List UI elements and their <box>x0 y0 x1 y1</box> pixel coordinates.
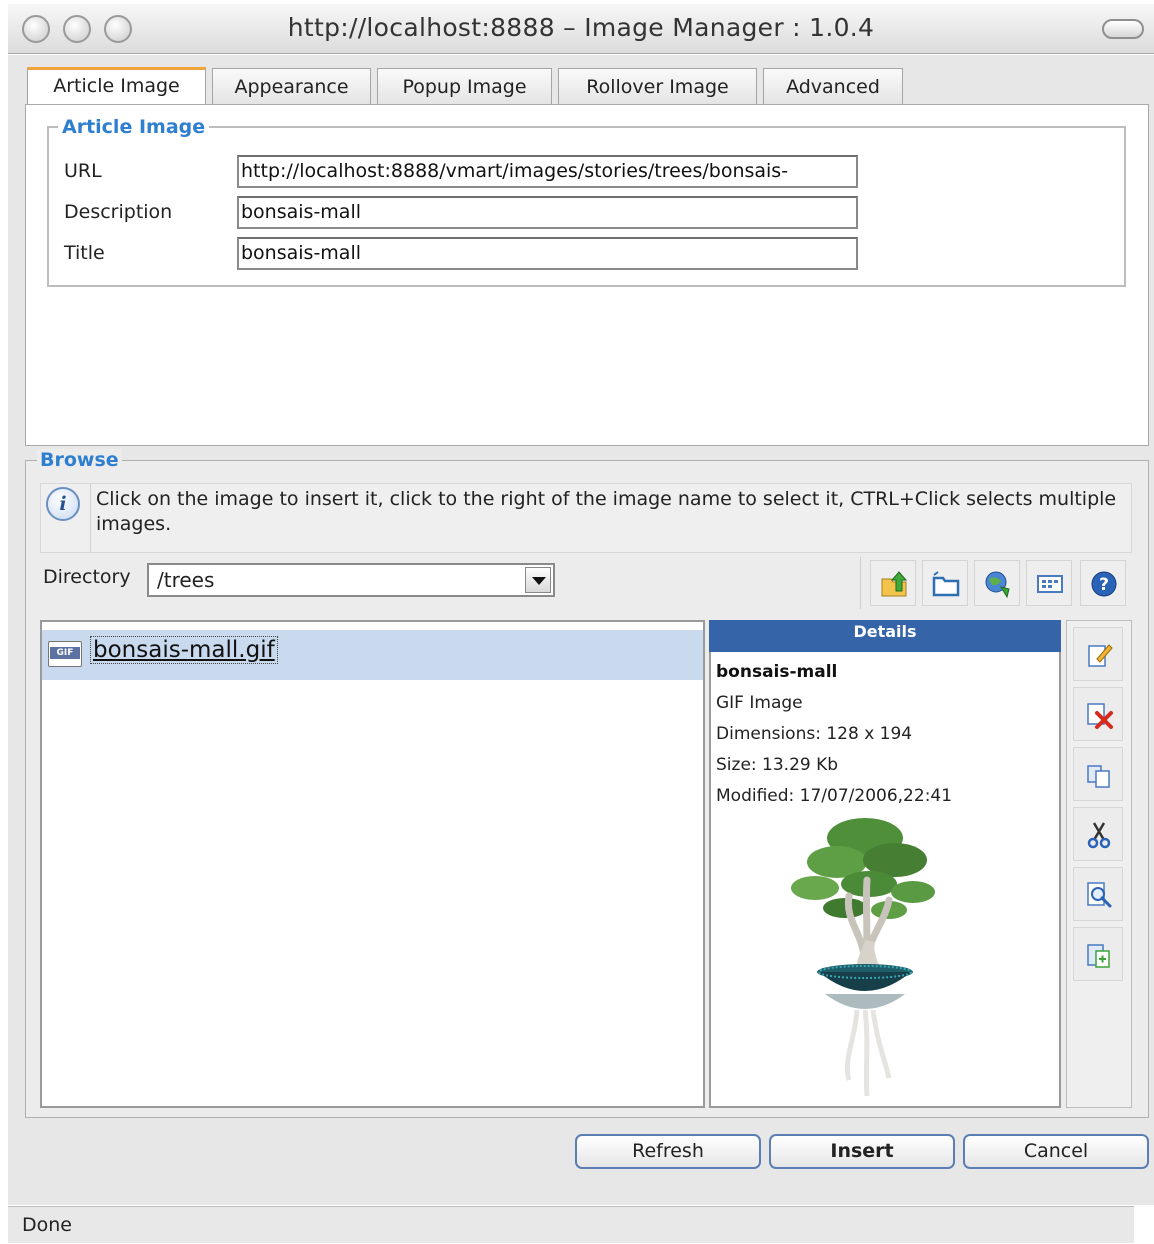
details-header: Details <box>709 620 1061 652</box>
new-folder-button[interactable] <box>922 560 968 606</box>
delete-button[interactable] <box>1073 687 1123 741</box>
description-field[interactable]: bonsais-mall <box>237 196 858 229</box>
refresh-button-toolbar[interactable] <box>974 560 1020 606</box>
file-name-link[interactable]: bonsais-mall.gif <box>90 636 278 664</box>
file-list[interactable] <box>40 620 705 1108</box>
browse-legend: Browse <box>37 449 122 471</box>
url-label: URL <box>64 160 102 182</box>
tab-article-image[interactable]: Article Image <box>27 67 206 105</box>
folder-up-button[interactable] <box>870 560 916 606</box>
toolbar-divider <box>860 557 861 609</box>
help-icon: ? <box>1091 571 1117 597</box>
toolbar-toggle-button[interactable] <box>1102 19 1144 39</box>
preview-button[interactable] <box>1073 867 1123 921</box>
detail-size: Size: 13.29 Kb <box>716 755 839 775</box>
paste-button[interactable] <box>1073 927 1123 981</box>
status-bar: Done <box>8 1206 1134 1243</box>
copy-icon <box>1087 765 1110 788</box>
window-title: http://localhost:8888 – Image Manager : … <box>287 13 875 42</box>
cut-button[interactable] <box>1073 807 1123 861</box>
description-label: Description <box>64 201 173 223</box>
copy-button[interactable] <box>1073 747 1123 801</box>
svg-text:?: ? <box>1099 575 1109 595</box>
detail-name: bonsais-mall <box>716 662 838 682</box>
insert-button[interactable]: Insert <box>769 1134 955 1169</box>
delete-icon <box>1087 703 1113 729</box>
tab-appearance[interactable]: Appearance <box>212 68 371 104</box>
directory-select[interactable]: /trees <box>147 563 555 597</box>
cancel-button[interactable]: Cancel <box>963 1134 1149 1169</box>
url-field[interactable]: http://localhost:8888/vmart/images/stori… <box>237 155 858 188</box>
tab-advanced[interactable]: Advanced <box>763 68 903 104</box>
info-text: Click on the image to insert it, click t… <box>96 488 1117 535</box>
status-text: Done <box>22 1214 72 1236</box>
folder-up-icon <box>881 571 908 597</box>
refresh-globe-icon <box>985 571 1010 599</box>
directory-label: Directory <box>43 566 131 588</box>
new-folder-icon <box>932 571 960 597</box>
tab-popup-image[interactable]: Popup Image <box>377 68 552 104</box>
tab-rollover-image[interactable]: Rollover Image <box>558 68 757 104</box>
paste-icon <box>1087 944 1110 968</box>
detail-modified: Modified: 17/07/2006,22:41 <box>716 786 953 806</box>
info-icon: i <box>46 487 80 521</box>
article-image-legend: Article Image <box>58 116 210 138</box>
preview-icon <box>1087 882 1112 908</box>
edit-icon <box>1088 644 1113 667</box>
view-mode-button[interactable] <box>1026 560 1072 606</box>
chevron-down-icon[interactable] <box>525 567 551 593</box>
info-divider <box>90 484 91 552</box>
cut-icon <box>1087 822 1111 849</box>
file-type-badge: GIF <box>50 647 80 659</box>
directory-value: /trees <box>157 568 215 592</box>
help-button[interactable]: ? <box>1080 560 1126 606</box>
refresh-button[interactable]: Refresh <box>575 1134 761 1169</box>
view-mode-icon <box>1037 575 1063 593</box>
gif-file-icon: GIF <box>48 641 82 667</box>
window-titlebar: http://localhost:8888 – Image Manager : … <box>8 4 1154 54</box>
detail-dimensions: Dimensions: 128 x 194 <box>716 724 913 744</box>
detail-type: GIF Image <box>716 693 803 713</box>
image-preview <box>791 818 935 1097</box>
title-field[interactable]: bonsais-mall <box>237 237 858 270</box>
title-label: Title <box>64 242 105 264</box>
edit-button[interactable] <box>1073 627 1123 681</box>
